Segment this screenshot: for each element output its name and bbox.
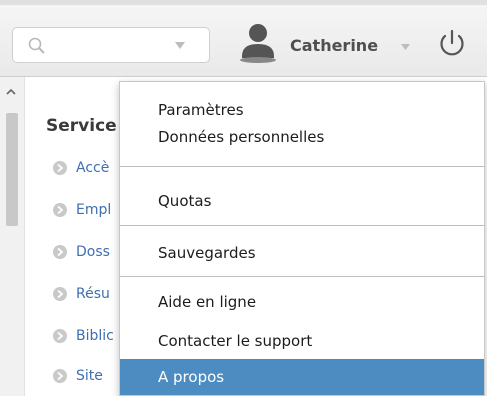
circle-arrow-icon: [53, 203, 67, 217]
scrollbar-thumb[interactable]: [6, 113, 18, 226]
menu-item-donnees-personnelles[interactable]: Données personnelles: [120, 124, 484, 150]
chevron-down-icon[interactable]: [175, 42, 185, 49]
header-top-border: [0, 0, 487, 5]
menu-item-parametres[interactable]: Paramètres: [120, 97, 484, 123]
circle-arrow-icon: [53, 329, 67, 343]
section-title: Service: [46, 116, 117, 136]
user-silhouette-icon[interactable]: [236, 22, 280, 64]
menu-item-sauvegardes[interactable]: Sauvegardes: [120, 240, 484, 266]
menu-item-quotas[interactable]: Quotas: [120, 188, 484, 214]
list-item-label[interactable]: Empl: [76, 200, 111, 220]
user-name-label[interactable]: Catherine: [290, 36, 378, 56]
list-item-label[interactable]: Site: [76, 366, 103, 386]
circle-arrow-icon: [53, 287, 67, 301]
list-item-label[interactable]: Accè: [76, 158, 109, 178]
menu-divider: [120, 225, 484, 226]
search-input[interactable]: [12, 27, 210, 63]
search-icon: [28, 37, 45, 54]
list-item-label[interactable]: Biblic: [76, 326, 114, 346]
menu-item-aide-en-ligne[interactable]: Aide en ligne: [120, 289, 484, 315]
search-field[interactable]: [53, 34, 167, 58]
circle-arrow-icon: [53, 161, 67, 175]
chevron-down-icon[interactable]: [401, 44, 410, 50]
left-scrollbar[interactable]: [0, 77, 25, 396]
header-divider: [0, 76, 487, 77]
menu-divider: [120, 166, 484, 167]
user-dropdown-menu: Paramètres Données personnelles Quotas S…: [119, 81, 485, 396]
circle-arrow-icon: [53, 245, 67, 259]
list-item-label[interactable]: Résu: [76, 284, 110, 304]
menu-item-contacter-le-support[interactable]: Contacter le support: [120, 328, 484, 354]
menu-item-a-propos[interactable]: A propos: [120, 359, 484, 395]
scroll-up-arrow-icon[interactable]: [5, 87, 17, 96]
circle-arrow-icon: [53, 369, 67, 383]
power-icon[interactable]: [437, 28, 467, 60]
menu-divider: [120, 276, 484, 277]
top-header-bar: Catherine: [0, 0, 487, 77]
list-item-label[interactable]: Doss: [76, 242, 110, 262]
